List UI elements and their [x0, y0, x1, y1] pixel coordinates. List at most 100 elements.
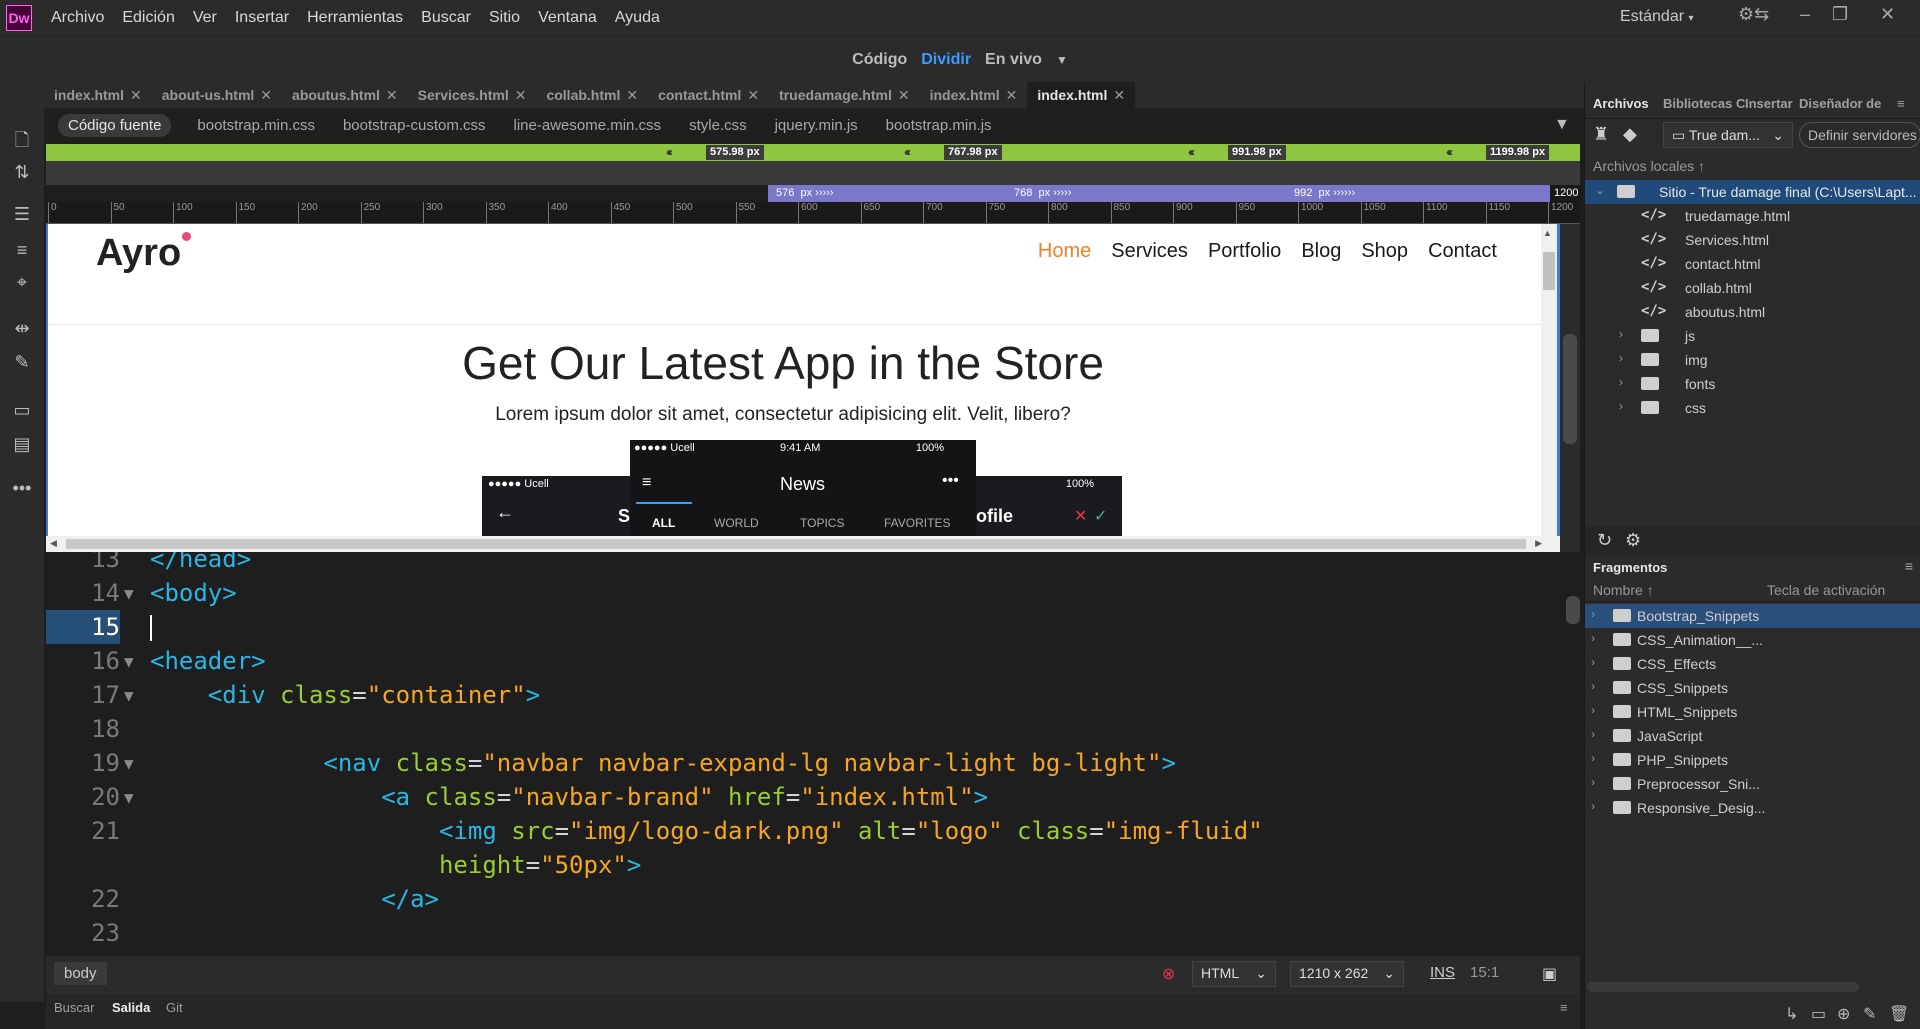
- site-logo[interactable]: Ayro: [96, 232, 192, 275]
- nav-portfolio[interactable]: Portfolio: [1208, 240, 1281, 263]
- menu-ver[interactable]: Ver: [184, 9, 226, 27]
- code-line[interactable]: 13 </head>: [46, 552, 1580, 576]
- doc-tab[interactable]: index.html ✕: [44, 82, 152, 108]
- snippet-folder[interactable]: › CSS_Effects: [1585, 652, 1920, 676]
- panel-menu-icon[interactable]: ≡: [1560, 1000, 1568, 1015]
- window-size-select[interactable]: 1210 x 262 ⌄: [1290, 961, 1404, 987]
- code-line[interactable]: 15: [46, 610, 1580, 644]
- chevron-right-icon[interactable]: ›: [1591, 751, 1595, 765]
- snippet-folder[interactable]: › JavaScript: [1585, 724, 1920, 748]
- line-number[interactable]: 20: [46, 780, 120, 814]
- tab-bibliotecas[interactable]: Bibliotecas C: [1663, 96, 1745, 111]
- related-file[interactable]: jquery.min.js: [775, 117, 858, 134]
- local-files-label[interactable]: Archivos locales ↑: [1593, 158, 1705, 174]
- code-line[interactable]: 19 ▼ <nav class="navbar navbar-expand-lg …: [46, 746, 1580, 780]
- menu-sitio[interactable]: Sitio: [480, 9, 529, 27]
- snippet-folder[interactable]: › HTML_Snippets: [1585, 700, 1920, 724]
- code-line[interactable]: 16 ▼ <header>: [46, 644, 1580, 678]
- menu-ayuda[interactable]: Ayuda: [606, 9, 669, 27]
- line-number[interactable]: 17: [46, 678, 120, 712]
- code-line[interactable]: 23: [46, 916, 1580, 950]
- live-horizontal-scrollbar[interactable]: ◀ ▶: [46, 536, 1560, 552]
- chevron-right-icon[interactable]: ›: [1591, 631, 1595, 645]
- target-icon[interactable]: ⌖: [10, 272, 34, 294]
- close-tab-icon[interactable]: ✕: [626, 87, 638, 104]
- error-icon[interactable]: ⊗: [1162, 964, 1175, 984]
- close-tab-icon[interactable]: ✕: [130, 87, 142, 104]
- chevron-right-icon[interactable]: ›: [1619, 375, 1623, 389]
- snippet-folder[interactable]: › CSS_Snippets: [1585, 676, 1920, 700]
- snippet-folder[interactable]: › PHP_Snippets: [1585, 748, 1920, 772]
- brush-icon[interactable]: ✎: [10, 352, 34, 374]
- edit-snippet-icon[interactable]: ✎: [1863, 1004, 1876, 1024]
- fold-icon[interactable]: ▼: [124, 754, 134, 773]
- snippets-hscroll[interactable]: [1587, 982, 1859, 992]
- scroll-thumb[interactable]: [66, 539, 1526, 549]
- language-select[interactable]: HTML ⌄: [1192, 961, 1276, 987]
- live-vertical-scrollbar[interactable]: ▲ ▼: [1541, 224, 1557, 552]
- chevron-right-icon[interactable]: ›: [1619, 327, 1623, 341]
- menu-ventana[interactable]: Ventana: [529, 9, 606, 27]
- document-icon[interactable]: ☰: [10, 204, 34, 226]
- source-code-button[interactable]: Código fuente: [58, 113, 172, 137]
- tab-archivos[interactable]: Archivos: [1593, 96, 1649, 111]
- scroll-right-icon[interactable]: ▶: [1535, 538, 1542, 549]
- tag-selector-body[interactable]: body: [54, 962, 107, 985]
- sync-settings-icon[interactable]: ⚙⇆: [1738, 4, 1769, 25]
- line-number[interactable]: 13: [46, 552, 120, 576]
- file-item[interactable]: </> aboutus.html: [1585, 300, 1920, 324]
- doc-tab-active[interactable]: index.html ✕: [1027, 82, 1136, 108]
- tab-disenador[interactable]: Diseñador de: [1799, 96, 1881, 111]
- snippets-title[interactable]: Fragmentos: [1593, 560, 1667, 575]
- nav-home[interactable]: Home: [1038, 240, 1091, 263]
- menu-buscar[interactable]: Buscar: [412, 9, 480, 27]
- code-line[interactable]: 21 <img src="img/logo-dark.png" alt="log…: [46, 814, 1580, 848]
- line-number[interactable]: 22: [46, 882, 120, 916]
- fold-icon[interactable]: ▼: [124, 652, 134, 671]
- site-root[interactable]: ⌄ Sitio - True damage final (C:\Users\La…: [1585, 180, 1920, 204]
- insert-snippet-icon[interactable]: ↳: [1785, 1004, 1798, 1024]
- doc-tab[interactable]: about-us.html ✕: [152, 82, 282, 108]
- refresh-icon[interactable]: ↻: [1597, 530, 1612, 551]
- menu-edicion[interactable]: Edición: [113, 9, 183, 27]
- related-file[interactable]: bootstrap-custom.css: [343, 117, 486, 134]
- chevron-down-icon[interactable]: ⌄: [1595, 183, 1605, 197]
- fold-icon[interactable]: ▼: [124, 584, 134, 603]
- chevron-right-icon[interactable]: ›: [1619, 351, 1623, 365]
- format-source-icon[interactable]: ≡: [10, 240, 34, 262]
- doc-tab[interactable]: index.html ✕: [920, 82, 1028, 108]
- snippet-folder[interactable]: › CSS_Animation__...: [1585, 628, 1920, 652]
- code-line[interactable]: height="50px">: [46, 848, 1580, 882]
- chevron-right-icon[interactable]: ›: [1591, 703, 1595, 717]
- col-key[interactable]: Tecla de activación: [1767, 582, 1885, 598]
- scroll-up-icon[interactable]: ▲: [1543, 228, 1552, 238]
- folder-item[interactable]: › fonts: [1585, 372, 1920, 396]
- workspace-switcher[interactable]: Estándar ▾: [1620, 8, 1694, 26]
- col-name[interactable]: Nombre ↑: [1593, 582, 1654, 598]
- code-line[interactable]: 18: [46, 712, 1580, 746]
- new-snippet-icon[interactable]: ⊕: [1837, 1004, 1850, 1024]
- folder-item[interactable]: › css: [1585, 396, 1920, 420]
- chevron-right-icon[interactable]: ›: [1619, 399, 1623, 413]
- tab-insertar[interactable]: Insertar: [1745, 96, 1793, 111]
- fold-icon[interactable]: ▼: [124, 686, 134, 705]
- expand-icon[interactable]: ⇹: [10, 318, 34, 340]
- code-line[interactable]: 14 ▼ <body>: [46, 576, 1580, 610]
- server-icon[interactable]: ⚙: [1625, 530, 1641, 551]
- snippet-folder[interactable]: › Bootstrap_Snippets: [1585, 604, 1920, 628]
- file-item[interactable]: </> collab.html: [1585, 276, 1920, 300]
- git-icon[interactable]: ◆: [1623, 124, 1637, 145]
- doc-tab[interactable]: contact.html ✕: [648, 82, 769, 108]
- mq-min-label[interactable]: 992 px ››››››: [1290, 185, 1359, 202]
- panel-menu-icon[interactable]: ≡: [1905, 558, 1913, 574]
- file-item[interactable]: </> Services.html: [1585, 228, 1920, 252]
- delete-icon[interactable]: 🗑: [1889, 1004, 1909, 1024]
- mq-max-label[interactable]: 1199.98 px: [1486, 145, 1550, 160]
- code-editor[interactable]: 13 </head> 14 ▼ <body> 15 16 ▼ <header> 17 ▼ <div …: [46, 552, 1580, 952]
- chevron-right-icon[interactable]: ›: [1591, 775, 1595, 789]
- mq-min-label[interactable]: 768 px ›››››: [1010, 185, 1075, 202]
- doc-tab[interactable]: collab.html ✕: [536, 82, 648, 108]
- chevron-right-icon[interactable]: ›: [1591, 679, 1595, 693]
- close-tab-icon[interactable]: ✕: [386, 87, 398, 104]
- scroll-thumb[interactable]: [1543, 252, 1555, 290]
